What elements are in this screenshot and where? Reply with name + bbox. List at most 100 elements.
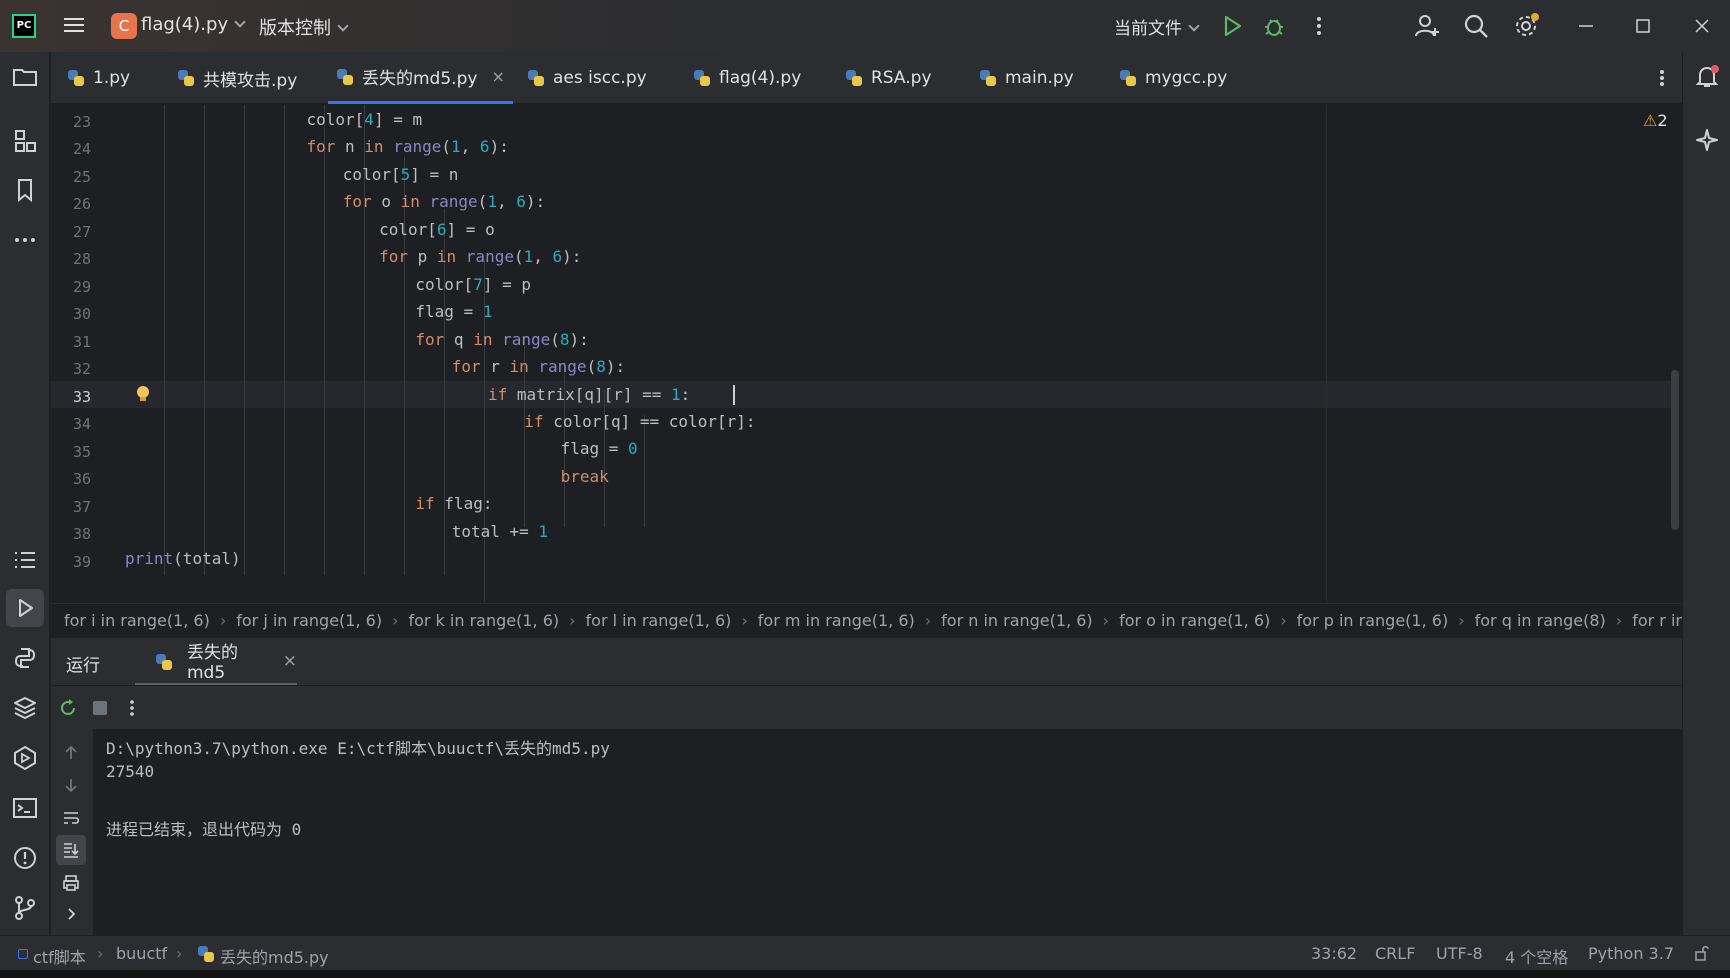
breadcrumb-item[interactable]: for q in range(8) <box>1475 611 1606 630</box>
more-vertical-icon[interactable] <box>126 697 138 719</box>
vcs-widget[interactable]: 版本控制 <box>259 14 349 40</box>
more-tools-icon[interactable] <box>11 226 39 254</box>
soft-wrap-icon[interactable] <box>61 808 81 828</box>
editor-scrollbar[interactable] <box>1671 370 1679 530</box>
chevron-right-icon: › <box>219 611 227 630</box>
file-encoding[interactable]: UTF-8 <box>1436 944 1483 963</box>
services-icon[interactable] <box>11 744 39 772</box>
breadcrumb-item[interactable]: for o in range(1, 6) <box>1119 611 1270 630</box>
code-line: for p in range(1, 6): <box>379 247 582 267</box>
git-branch-icon[interactable] <box>11 894 39 922</box>
code-line: if flag: <box>415 494 493 514</box>
ai-assistant-icon[interactable] <box>1693 126 1721 154</box>
left-tool-strip <box>0 52 50 935</box>
run-tool-icon[interactable] <box>11 594 39 622</box>
run-panel-title: 运行 <box>66 656 100 676</box>
code-editor[interactable]: 23 24 25 26 27 28 29 30 31 32 33 34 35 3… <box>51 105 1682 603</box>
tab-close-icon[interactable]: × <box>491 67 504 86</box>
breadcrumb-item[interactable]: for n in range(1, 6) <box>941 611 1093 630</box>
breadcrumb-item[interactable]: for m in range(1, 6) <box>758 611 915 630</box>
indent-guide <box>204 105 205 575</box>
debug-icon[interactable] <box>1260 12 1288 40</box>
add-user-icon[interactable] <box>1413 12 1441 40</box>
tab-rsa[interactable]: RSA.py <box>845 52 932 104</box>
status-path-root[interactable]: ctf脚本 <box>33 944 86 968</box>
settings-gear-icon[interactable] <box>1512 12 1540 40</box>
more-vertical-icon[interactable] <box>1305 12 1333 40</box>
python-console-icon[interactable] <box>11 644 39 672</box>
chevron-down-icon <box>1188 20 1200 32</box>
inspection-widget[interactable]: ⚠2⌃⌄ <box>1643 111 1682 130</box>
python-file-icon <box>336 68 354 86</box>
structure-icon[interactable] <box>11 127 39 155</box>
code-line: flag = 0 <box>560 439 638 459</box>
terminal-icon[interactable] <box>11 794 39 822</box>
tab-label: 共模攻击.py <box>203 70 298 91</box>
breadcrumb-item[interactable]: for p in range(1, 6) <box>1297 611 1449 630</box>
tab-gongmo-attack[interactable]: 共模攻击.py <box>177 52 297 104</box>
tab-lost-md5[interactable]: 丢失的md5.py × <box>328 52 513 104</box>
breadcrumb-item[interactable]: for r in range(8) <box>1632 611 1682 630</box>
maximize-icon[interactable] <box>1629 12 1657 40</box>
console-line: 进程已结束，退出代码为 0 <box>106 820 302 839</box>
indent-guide <box>604 390 605 527</box>
breadcrumb-item[interactable]: for i in range(1, 6) <box>64 611 210 630</box>
scroll-to-end-icon[interactable] <box>61 840 81 860</box>
chevron-right-icon: › <box>97 944 104 963</box>
chevron-right-icon[interactable] <box>61 904 81 924</box>
chevron-right-icon: › <box>741 611 748 630</box>
run-icon[interactable] <box>1218 12 1246 40</box>
status-path-file[interactable]: 丢失的md5.py <box>220 944 329 968</box>
breadcrumb-item[interactable]: for l in range(1, 6) <box>586 611 732 630</box>
minimize-icon[interactable] <box>1572 12 1600 40</box>
scroll-up-icon[interactable] <box>61 743 81 763</box>
problems-icon[interactable] <box>11 844 39 872</box>
lightbulb-icon[interactable] <box>135 385 151 403</box>
tab-flag4[interactable]: flag(4).py <box>693 52 801 104</box>
notifications-bell-icon[interactable] <box>1693 63 1721 91</box>
project-folder-icon[interactable] <box>11 63 39 91</box>
line-number: 39 <box>72 553 91 571</box>
python-interpreter[interactable]: Python 3.7 <box>1588 944 1674 963</box>
tab-1-py[interactable]: 1.py <box>67 52 130 104</box>
search-icon[interactable] <box>1462 12 1490 40</box>
run-tab[interactable]: 丢失的md5 × <box>135 638 297 686</box>
python-packages-icon[interactable] <box>11 694 39 722</box>
indent-guide <box>164 105 165 575</box>
code-line: if matrix[q][r] == 1: <box>488 384 691 404</box>
tab-mygcc[interactable]: mygcc.py <box>1119 52 1227 104</box>
code-line: for n in range(1, 6): <box>306 137 509 157</box>
caret-position[interactable]: 33:62 <box>1311 944 1357 963</box>
indent-setting[interactable]: 4 个空格 <box>1505 944 1568 968</box>
tab-aes-iscc[interactable]: aes iscc.py <box>527 52 647 104</box>
console-line: 27540 <box>106 762 155 781</box>
line-ending[interactable]: CRLF <box>1375 944 1415 963</box>
bookmarks-icon[interactable] <box>11 176 39 204</box>
rerun-icon[interactable] <box>57 697 79 719</box>
run-config-selector[interactable]: 当前文件 <box>1114 14 1200 39</box>
main-menu-icon[interactable] <box>62 14 86 38</box>
line-number: 32 <box>72 360 91 378</box>
chevron-right-icon: › <box>924 611 932 630</box>
status-path-folder[interactable]: buuctf <box>116 944 167 963</box>
line-number: 23 <box>72 113 91 131</box>
tab-more-icon[interactable] <box>1652 66 1672 90</box>
line-number: 28 <box>72 250 91 268</box>
run-console-output[interactable]: D:\python3.7\python.exe E:\ctf脚本\buuctf\… <box>93 729 1682 935</box>
right-tool-strip <box>1682 52 1730 935</box>
unlock-icon[interactable] <box>1694 945 1710 961</box>
todo-list-icon[interactable] <box>11 546 39 574</box>
close-window-icon[interactable] <box>1688 12 1716 40</box>
breadcrumb-item[interactable]: for k in range(1, 6) <box>408 611 559 630</box>
project-badge[interactable]: C <box>111 13 137 39</box>
line-number: 26 <box>72 195 91 213</box>
tab-main[interactable]: main.py <box>979 52 1074 104</box>
indent-guide <box>644 415 645 527</box>
project-widget[interactable]: flag(4).py <box>141 14 246 35</box>
tab-label: mygcc.py <box>1145 68 1228 88</box>
scroll-down-icon[interactable] <box>61 775 81 795</box>
breadcrumb-item[interactable]: for j in range(1, 6) <box>236 611 382 630</box>
stop-icon[interactable] <box>93 701 107 715</box>
print-icon[interactable] <box>61 873 81 893</box>
run-tab-close-icon[interactable]: × <box>283 651 297 671</box>
